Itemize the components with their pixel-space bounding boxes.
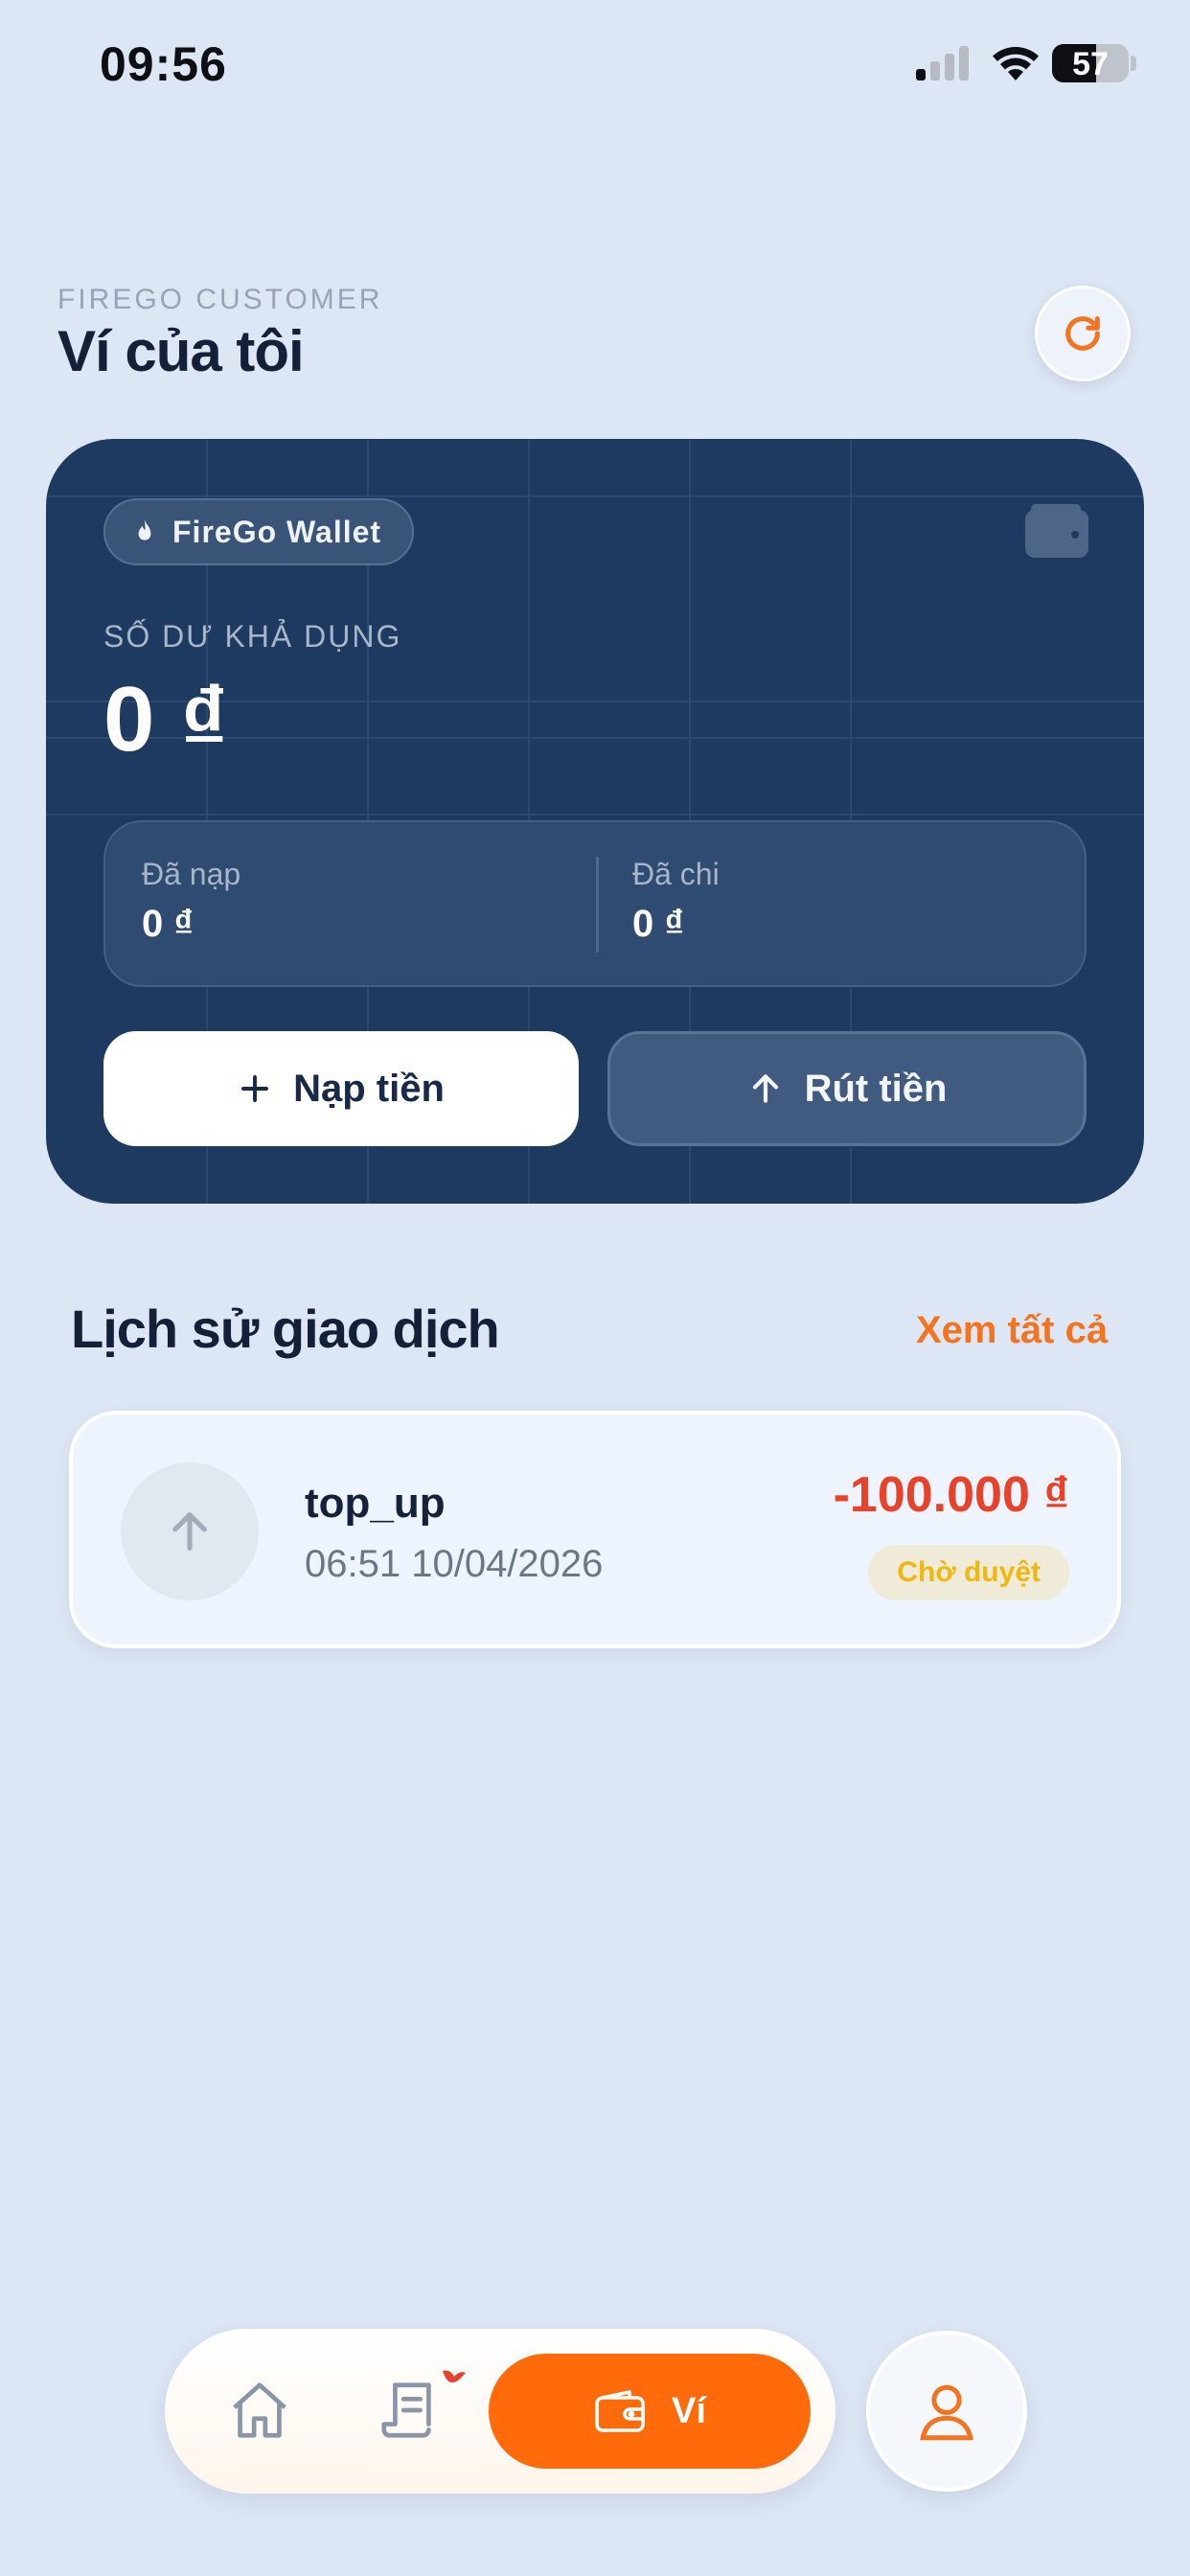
wallet-badge: FireGo Wallet — [103, 498, 415, 565]
transaction-item[interactable]: top_up 06:51 10/04/2026 -100.000 ₫ Chờ d… — [69, 1411, 1121, 1648]
stat-spent-label: Đã chi — [632, 857, 720, 891]
bottom-nav: Ví — [165, 2329, 835, 2494]
wallet-badge-label: FireGo Wallet — [172, 514, 382, 549]
stats-divider — [596, 857, 599, 953]
balance-label: SỐ DƯ KHẢ DỤNG — [103, 619, 402, 654]
stat-deposited-label: Đã nạp — [142, 857, 241, 891]
transaction-amount: -100.000 ₫ — [833, 1467, 1069, 1523]
stat-spent-value: 0 ₫ — [632, 903, 684, 945]
transaction-time: 06:51 10/04/2026 — [305, 1543, 604, 1585]
wallet-stats: Đã nạp 0 ₫ Đã chi 0 ₫ — [103, 820, 1087, 987]
home-icon[interactable] — [226, 2377, 293, 2444]
balance-value: 0 ₫ — [103, 668, 228, 770]
arrow-up-icon — [172, 1512, 207, 1551]
withdraw-button-label: Rút tiền — [804, 1067, 948, 1110]
battery-tip — [1131, 56, 1136, 71]
page-title: Ví của tôi — [57, 319, 305, 383]
flame-icon — [138, 519, 151, 540]
user-icon — [920, 2384, 973, 2441]
transaction-icon-wrap — [121, 1462, 259, 1600]
refresh-button[interactable] — [1035, 286, 1131, 381]
profile-button[interactable] — [866, 2331, 1027, 2492]
wallet-icon — [595, 2390, 645, 2432]
nav-wallet-tab[interactable]: Ví — [489, 2354, 811, 2469]
plus-icon — [241, 1075, 269, 1102]
transaction-title: top_up — [305, 1480, 446, 1527]
status-time: 09:56 — [100, 37, 227, 91]
refresh-icon — [1065, 316, 1100, 351]
arrow-up-icon — [752, 1074, 778, 1103]
history-title: Lịch sử giao dịch — [71, 1299, 500, 1359]
battery-level: 57 — [1072, 46, 1109, 82]
transaction-status-badge: Chờ duyệt — [868, 1545, 1069, 1600]
wallet-icon — [1025, 504, 1088, 558]
deposit-button[interactable]: Nạp tiền — [103, 1031, 579, 1146]
wifi-icon — [993, 46, 1039, 80]
stat-deposited-value: 0 ₫ — [142, 903, 194, 945]
deposit-button-label: Nạp tiền — [293, 1067, 445, 1110]
battery-indicator: 57 — [1052, 44, 1129, 82]
app-kicker: FIREGO CUSTOMER — [57, 284, 383, 315]
orders-receipt-icon[interactable] — [376, 2377, 443, 2444]
cellular-signal-icon — [916, 46, 969, 80]
withdraw-button[interactable]: Rút tiền — [607, 1031, 1087, 1146]
nav-wallet-label: Ví — [672, 2390, 706, 2431]
wallet-card: FireGo Wallet SỐ DƯ KHẢ DỤNG 0 ₫ Đã nạp … — [46, 439, 1144, 1204]
see-all-link[interactable]: Xem tất cả — [916, 1309, 1108, 1352]
notification-dot-icon — [443, 2370, 466, 2382]
